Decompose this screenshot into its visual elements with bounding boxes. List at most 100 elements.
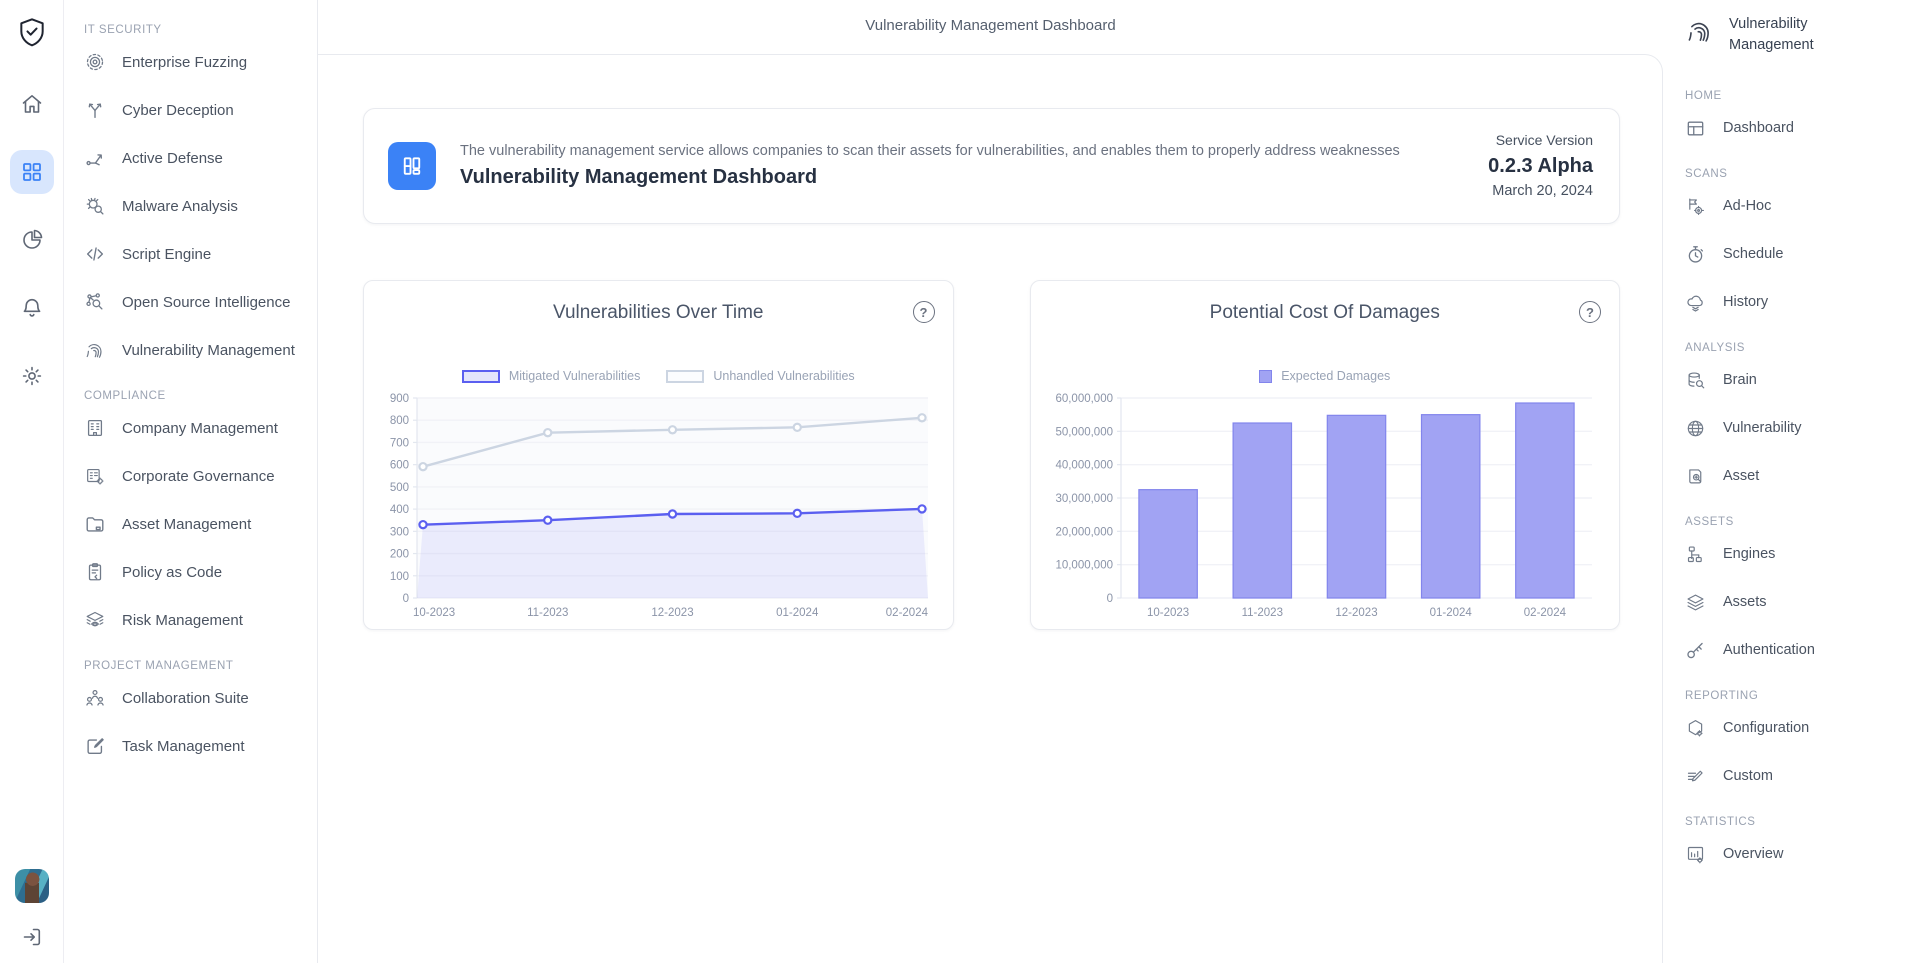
nav-item-label: Script Engine — [122, 246, 211, 263]
stopwatch-icon — [1685, 244, 1706, 265]
nav-item-label: Custom — [1723, 768, 1773, 784]
clipboard-code-icon — [84, 561, 106, 583]
globe-icon — [1685, 418, 1706, 439]
rightbar-item-vulnerability[interactable]: Vulnerability — [1685, 404, 1910, 452]
legend-mitigated-vulnerabilities[interactable]: Mitigated Vulnerabilities — [462, 369, 641, 383]
sidebar-item-cyber-deception[interactable]: Cyber Deception — [84, 86, 307, 134]
dashboard-title: Vulnerability Management Dashboard — [460, 166, 1464, 189]
nav-item-label: Active Defense — [122, 150, 223, 167]
gear-icon[interactable] — [10, 354, 54, 398]
rightbar-item-custom[interactable]: Custom — [1685, 752, 1910, 800]
sidebar-item-script-engine[interactable]: Script Engine — [84, 230, 307, 278]
rightbar-item-brain[interactable]: Brain — [1685, 356, 1910, 404]
nav-item-label: Cyber Deception — [122, 102, 234, 119]
people-group-icon — [84, 687, 106, 709]
sidebar-item-collaboration-suite[interactable]: Collaboration Suite — [84, 674, 307, 722]
nav-item-label: Vulnerability — [1723, 420, 1801, 436]
svg-text:500: 500 — [390, 482, 409, 494]
nav-item-label: History — [1723, 294, 1768, 310]
rightbar-item-configuration[interactable]: Configuration — [1685, 704, 1910, 752]
rightbar-section-label-analysis: ANALYSIS — [1685, 334, 1910, 356]
key-icon — [1685, 640, 1706, 661]
svg-text:50,000,000: 50,000,000 — [1056, 426, 1114, 438]
sidebar-item-task-management[interactable]: Task Management — [84, 722, 307, 770]
sidebar-item-corporate-governance[interactable]: Corporate Governance — [84, 452, 307, 500]
rightbar-item-ad-hoc[interactable]: Ad-Hoc — [1685, 182, 1910, 230]
svg-text:01-2024: 01-2024 — [776, 607, 819, 619]
legend-swatch — [1259, 370, 1272, 383]
product-name: Vulnerability Management — [1729, 14, 1839, 56]
rightbar-item-overview[interactable]: Overview — [1685, 830, 1910, 878]
dashboard-header-card: The vulnerability management service all… — [363, 108, 1620, 224]
nav-item-label: Overview — [1723, 846, 1783, 862]
vulnerabilities-over-time-card: Vulnerabilities Over Time ? Mitigated Vu… — [363, 280, 954, 630]
rightbar-section-label-statistics: STATISTICS — [1685, 808, 1910, 830]
cloud-history-icon — [1685, 292, 1706, 313]
nav-item-label: Authentication — [1723, 642, 1815, 658]
rightbar-item-authentication[interactable]: Authentication — [1685, 626, 1910, 674]
home-icon[interactable] — [10, 82, 54, 126]
sidebar-item-policy-as-code[interactable]: Policy as Code — [84, 548, 307, 596]
svg-text:11-2023: 11-2023 — [1242, 607, 1283, 619]
chart-legend: Mitigated Vulnerabilities Unhandled Vulne… — [364, 368, 953, 384]
rightbar-item-history[interactable]: History — [1685, 278, 1910, 326]
sidebar-section-label-project-management: PROJECT MANAGEMENT — [84, 652, 307, 674]
nav-item-label: Open Source Intelligence — [122, 294, 290, 311]
help-icon[interactable]: ? — [1579, 301, 1601, 323]
shield-check-icon[interactable] — [16, 16, 48, 48]
svg-text:0: 0 — [1107, 593, 1113, 605]
logout-icon[interactable] — [20, 925, 44, 949]
task-edit-icon — [84, 735, 106, 757]
user-avatar[interactable] — [15, 869, 49, 903]
rightbar-item-asset[interactable]: Asset — [1685, 452, 1910, 500]
sidebar-item-active-defense[interactable]: Active Defense — [84, 134, 307, 182]
nav-item-label: Assets — [1723, 594, 1767, 610]
svg-text:700: 700 — [390, 437, 409, 449]
sidebar-item-vulnerability-management[interactable]: Vulnerability Management — [84, 326, 307, 374]
nav-item-label: Task Management — [122, 738, 245, 755]
legend-label: Unhandled Vulnerabilities — [713, 369, 854, 383]
sidebar-item-enterprise-fuzzing[interactable]: Enterprise Fuzzing — [84, 38, 307, 86]
nav-item-label: Enterprise Fuzzing — [122, 54, 247, 71]
fuzzing-target-icon — [84, 51, 106, 73]
legend-unhandled-vulnerabilities[interactable]: Unhandled Vulnerabilities — [666, 369, 854, 383]
svg-text:30,000,000: 30,000,000 — [1056, 493, 1114, 505]
sidebar-item-malware-analysis[interactable]: Malware Analysis — [84, 182, 307, 230]
nav-item-label: Risk Management — [122, 612, 243, 629]
nav-item-label: Corporate Governance — [122, 468, 275, 485]
legend-expected-damages[interactable]: Expected Damages — [1259, 369, 1390, 383]
rightbar-item-engines[interactable]: Engines — [1685, 530, 1910, 578]
svg-text:100: 100 — [390, 571, 409, 583]
nav-item-label: Vulnerability Management — [122, 342, 295, 359]
rightbar-section-label-assets: ASSETS — [1685, 508, 1910, 530]
nav-item-label: Configuration — [1723, 720, 1809, 736]
left-sidebar: IT SECURITYEnterprise FuzzingCyber Decep… — [64, 0, 318, 963]
sidebar-item-risk-management[interactable]: Risk Management — [84, 596, 307, 644]
chart-title: Vulnerabilities Over Time — [364, 302, 953, 324]
svg-text:60,000,000: 60,000,000 — [1056, 393, 1114, 405]
hierarchy-icon — [1685, 544, 1706, 565]
sidebar-item-asset-management[interactable]: Asset Management — [84, 500, 307, 548]
bell-icon[interactable] — [10, 286, 54, 330]
rightbar-item-dashboard[interactable]: Dashboard — [1685, 104, 1910, 152]
dashboard-grid-icon[interactable] — [10, 150, 54, 194]
rightbar-item-schedule[interactable]: Schedule — [1685, 230, 1910, 278]
rightbar-item-assets[interactable]: Assets — [1685, 578, 1910, 626]
fingerprint-icon — [1685, 16, 1715, 46]
chart-legend: Expected Damages — [1031, 368, 1620, 384]
nav-item-label: Schedule — [1723, 246, 1783, 262]
help-icon[interactable]: ? — [913, 301, 935, 323]
pie-chart-icon[interactable] — [10, 218, 54, 262]
main-panel: The vulnerability management service all… — [318, 54, 1663, 963]
svg-text:20,000,000: 20,000,000 — [1056, 526, 1114, 538]
nav-item-label: Asset Management — [122, 516, 251, 533]
code-icon — [84, 243, 106, 265]
sidebar-item-open-source-intelligence[interactable]: Open Source Intelligence — [84, 278, 307, 326]
doc-search-icon — [1685, 466, 1706, 487]
service-version-label: Service Version — [1488, 130, 1593, 151]
nav-item-label: Ad-Hoc — [1723, 198, 1771, 214]
bug-search-icon — [84, 195, 106, 217]
legend-label: Expected Damages — [1281, 369, 1390, 383]
sidebar-item-company-management[interactable]: Company Management — [84, 404, 307, 452]
fingerprint-icon — [84, 339, 106, 361]
